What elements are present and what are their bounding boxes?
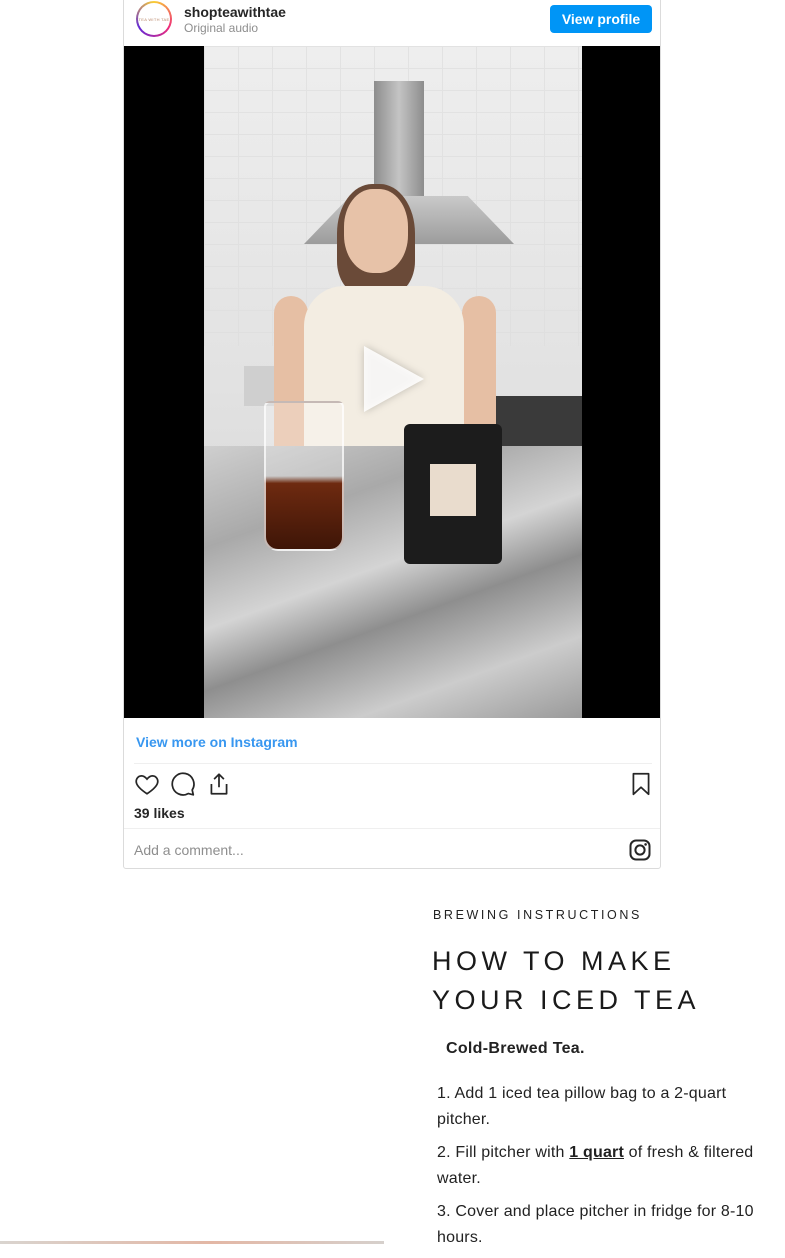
username-link[interactable]: shopteawithtae [184, 4, 286, 20]
marble-counter [204, 446, 582, 718]
comment-bar [124, 828, 660, 871]
likes-count[interactable]: 39 likes [134, 805, 185, 821]
steps-list: 1. Add 1 iced tea pillow bag to a 2-quar… [437, 1081, 757, 1258]
avatar-logo-text: TEA WITH TAE [138, 16, 170, 22]
step-item: 2. Fill pitcher with 1 quart of fresh & … [437, 1144, 754, 1187]
view-more-link[interactable]: View more on Instagram [136, 734, 298, 750]
section-eyebrow: BREWING INSTRUCTIONS [433, 908, 642, 922]
play-icon[interactable] [364, 346, 424, 412]
avatar[interactable]: TEA WITH TAE [136, 1, 172, 37]
tea-bag-package [404, 424, 502, 564]
range-hood [374, 81, 424, 201]
section-subheading: Cold-Brewed Tea. [446, 1040, 585, 1057]
tea-pitcher [264, 401, 344, 551]
audio-label: Original audio [184, 21, 259, 35]
view-profile-button[interactable]: View profile [550, 5, 652, 33]
step-emphasis: 1 quart [569, 1144, 624, 1161]
divider [134, 763, 652, 764]
comment-input[interactable] [134, 840, 604, 860]
bookmark-icon[interactable] [628, 771, 654, 797]
video-player[interactable] [124, 46, 660, 718]
embed-header: TEA WITH TAE shopteawithtae Original aud… [124, 0, 660, 46]
comment-icon[interactable] [170, 771, 196, 797]
share-icon[interactable] [206, 771, 232, 797]
instagram-embed: TEA WITH TAE shopteawithtae Original aud… [123, 0, 661, 869]
step-item: 3. Cover and place pitcher in fridge for… [437, 1203, 754, 1246]
section-heading: HOW TO MAKE YOUR ICED TEA [432, 946, 701, 1015]
instagram-icon[interactable] [628, 838, 652, 862]
step-item: 1. Add 1 iced tea pillow bag to a 2-quar… [437, 1085, 727, 1128]
heart-icon[interactable] [134, 771, 160, 797]
action-bar [134, 771, 652, 799]
